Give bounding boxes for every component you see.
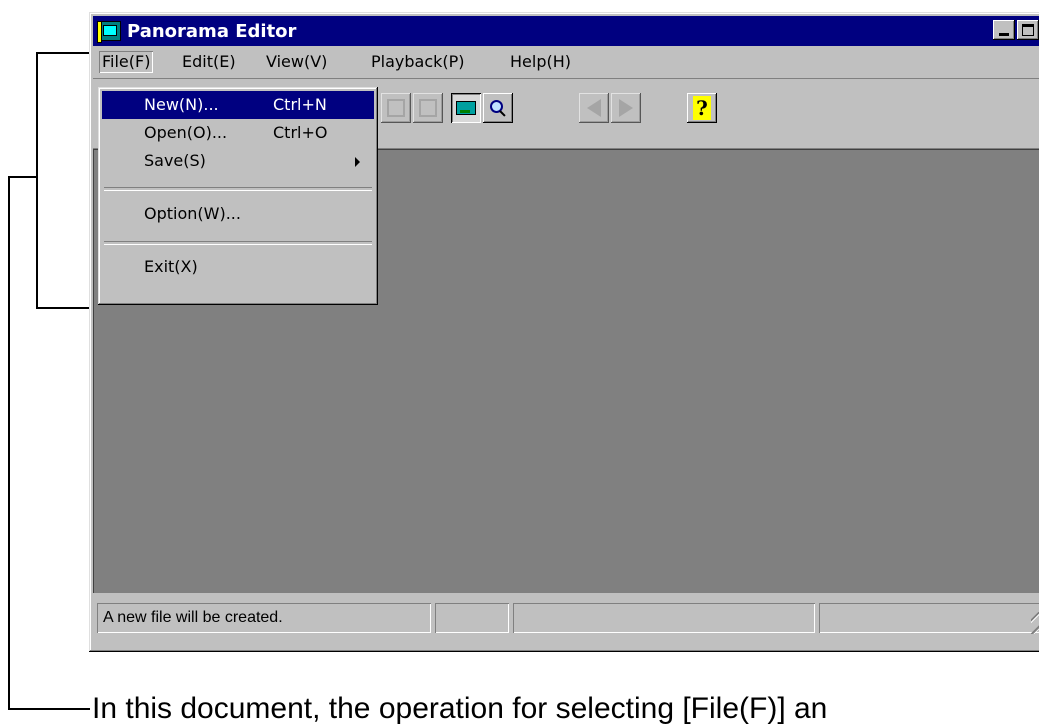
menu-item-exit[interactable]: Exit(X) <box>102 253 374 281</box>
menu-item-option[interactable]: Option(W)... <box>102 200 374 228</box>
menu-file[interactable]: File(F) <box>99 51 153 73</box>
menu-item-label: Open(O)... <box>144 123 228 142</box>
status-panel-4 <box>819 603 1039 633</box>
help-button[interactable]: ? <box>687 93 717 123</box>
menu-item-shortcut: Ctrl+O <box>273 123 328 142</box>
submenu-arrow-icon <box>355 157 360 167</box>
minimize-button[interactable] <box>993 20 1015 40</box>
menu-separator <box>104 187 372 191</box>
status-message: A new file will be created. <box>97 603 431 633</box>
menu-item-label: Option(W)... <box>144 204 241 223</box>
frame-icon <box>387 99 405 117</box>
status-bar: A new file will be created. <box>93 600 1039 636</box>
status-panel-3 <box>513 603 815 633</box>
menu-playback[interactable]: Playback(P) <box>368 51 468 73</box>
menu-item-new[interactable]: New(N)... Ctrl+N <box>102 91 374 119</box>
callout-mid-horizontal <box>8 176 38 178</box>
next-button[interactable] <box>611 93 641 123</box>
menu-view[interactable]: View(V) <box>263 51 330 73</box>
minimize-icon <box>999 32 1009 36</box>
window-controls: × <box>993 20 1039 40</box>
menu-item-open[interactable]: Open(O)... Ctrl+O <box>102 119 374 147</box>
picture-view-button[interactable] <box>451 93 481 123</box>
callout-caption-horizontal <box>8 708 90 710</box>
menu-item-shortcut: Ctrl+N <box>273 95 327 114</box>
menu-item-label: New(N)... <box>144 95 219 114</box>
status-panel-2 <box>435 603 509 633</box>
document-caption: In this document, the operation for sele… <box>92 692 828 725</box>
window-title: Panorama Editor <box>127 21 297 42</box>
frame-icon <box>419 99 437 117</box>
menu-bar: File(F) Edit(E) View(V) Playback(P) Help… <box>93 46 1039 76</box>
resize-grip[interactable] <box>1031 612 1039 634</box>
toolbar-button-disabled-1[interactable] <box>381 93 411 123</box>
arrow-right-icon <box>619 99 633 117</box>
title-bar[interactable]: Panorama Editor × <box>93 16 1039 46</box>
magnifier-icon <box>490 100 506 116</box>
file-menu-dropdown: New(N)... Ctrl+N Open(O)... Ctrl+O Save(… <box>98 87 378 305</box>
app-icon[interactable] <box>97 21 121 43</box>
zoom-button[interactable] <box>483 93 513 123</box>
callout-vertical-1 <box>36 52 38 309</box>
menu-item-save[interactable]: Save(S) <box>102 147 374 175</box>
maximize-button[interactable] <box>1017 20 1039 40</box>
menu-edit[interactable]: Edit(E) <box>179 51 239 73</box>
menu-item-label: Save(S) <box>144 151 206 170</box>
menu-help[interactable]: Help(H) <box>507 51 574 73</box>
picture-icon <box>456 101 476 115</box>
arrow-left-icon <box>587 99 601 117</box>
toolbar-button-disabled-2[interactable] <box>413 93 443 123</box>
previous-button[interactable] <box>579 93 609 123</box>
menu-item-label: Exit(X) <box>144 257 198 276</box>
help-icon: ? <box>693 96 711 120</box>
callout-vertical-2 <box>8 176 10 710</box>
menu-separator <box>104 241 372 245</box>
maximize-icon <box>1022 24 1034 36</box>
